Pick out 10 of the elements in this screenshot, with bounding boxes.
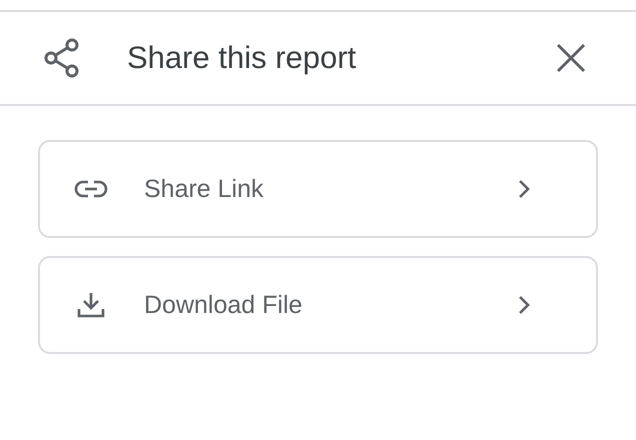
option-card[interactable]: Share Link bbox=[38, 140, 598, 238]
share-icon bbox=[43, 38, 81, 78]
dialog-title: Share this report bbox=[127, 40, 356, 76]
chevron-icon bbox=[518, 295, 530, 315]
option-card[interactable]: Download File bbox=[38, 256, 598, 354]
option-label: Download File bbox=[144, 290, 302, 320]
link-icon bbox=[74, 180, 108, 198]
chevron-icon bbox=[518, 179, 530, 199]
close-button[interactable] bbox=[556, 43, 586, 73]
option-label: Share Link bbox=[144, 174, 264, 204]
